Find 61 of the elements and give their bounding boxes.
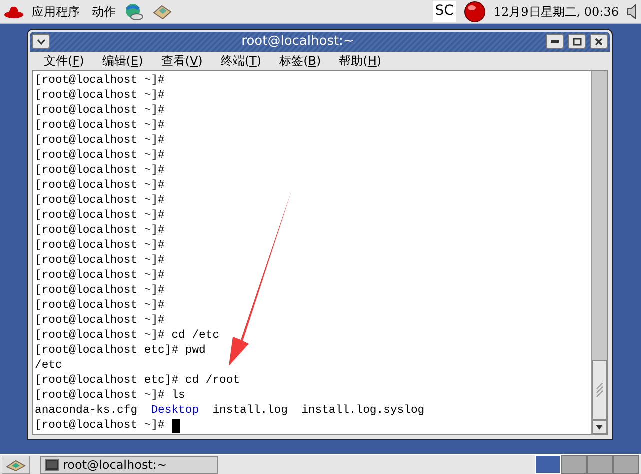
menu-item[interactable]: 终端(T)	[212, 52, 270, 70]
terminal-line: [root@localhost ~]#	[35, 209, 165, 224]
terminal-line: [root@localhost ~]#	[35, 89, 165, 104]
taskbar-window-title: root@localhost:~	[63, 456, 168, 474]
window-title: root@localhost:~	[242, 33, 354, 51]
directory-name: Desktop	[151, 404, 200, 419]
file-name: anaconda-ks.cfg	[35, 404, 138, 419]
terminal-line: [root@localhost ~]#	[35, 269, 165, 284]
terminal-line: [root@localhost ~]#	[35, 104, 165, 119]
file-name: install.log.syslog	[302, 404, 425, 419]
notepad-icon[interactable]	[152, 2, 172, 20]
menu-item[interactable]: 标签(B)	[272, 52, 330, 70]
menu-item[interactable]: 编辑(E)	[94, 52, 152, 70]
terminal-line: [root@localhost ~]#	[35, 134, 165, 149]
hat-icon[interactable]	[4, 4, 24, 18]
window-menu-button[interactable]	[32, 34, 50, 50]
terminal-line: [root@localhost ~]#	[35, 119, 165, 134]
terminal-line: [root@localhost ~]#	[35, 179, 165, 194]
arrow-down-icon	[596, 424, 603, 430]
terminal-line: [root@localhost ~]#	[35, 74, 165, 89]
menu-item[interactable]: 帮助(H)	[331, 52, 390, 70]
close-button[interactable]	[590, 34, 608, 50]
terminal-line: [root@localhost ~]#	[35, 284, 165, 299]
terminal-line: [root@localhost ~]#	[35, 224, 165, 239]
terminal-line: [root@localhost ~]#	[35, 149, 165, 164]
panel-menu[interactable]: 动作	[92, 2, 116, 20]
terminal-line: [root@localhost ~]#	[35, 419, 165, 434]
scroll-down-button[interactable]	[592, 420, 607, 434]
maximize-icon	[572, 38, 582, 46]
minimize-icon	[551, 40, 559, 44]
terminal-line: [root@localhost ~]#	[35, 239, 165, 254]
speaker-icon[interactable]	[627, 4, 637, 20]
terminal-line: [root@localhost ~]#	[35, 194, 165, 209]
file-name: install.log	[212, 404, 288, 419]
scrollbar[interactable]	[591, 71, 607, 434]
terminal-line: [root@localhost etc]# cd /root	[35, 374, 240, 389]
menu-item[interactable]: 文件(F)	[36, 52, 92, 70]
terminal-line: [root@localhost ~]#	[35, 254, 165, 269]
close-icon	[595, 38, 603, 46]
terminal-line: [root@localhost etc]# pwd	[35, 344, 206, 359]
terminal-line: [root@localhost ~]#	[35, 164, 165, 179]
taskbar-window-button[interactable]: root@localhost:~	[40, 456, 218, 474]
terminal-line: [root@localhost ~]# cd /etc	[35, 329, 220, 344]
minimize-button[interactable]	[546, 34, 564, 50]
desktop-icon[interactable]	[2, 456, 30, 474]
status-orb-icon[interactable]	[464, 0, 486, 22]
chevron-down-icon	[36, 38, 46, 45]
terminal-line: [root@localhost ~]#	[35, 299, 165, 314]
grip-icon	[596, 383, 604, 397]
globe-icon[interactable]	[124, 2, 144, 20]
menu-item[interactable]: 查看(V)	[153, 52, 211, 70]
terminal-area[interactable]	[33, 71, 591, 434]
terminal-line: [root@localhost ~]#	[35, 314, 165, 329]
panel-menu[interactable]: 应用程序	[32, 2, 80, 20]
terminal-icon	[45, 458, 59, 470]
scrollbar-thumb[interactable]	[592, 360, 607, 420]
maximize-button[interactable]	[568, 34, 586, 50]
clock[interactable]: 12月9日星期二, 00:36	[494, 2, 619, 20]
terminal-line: [root@localhost ~]# ls	[35, 389, 186, 404]
terminal-line: /etc	[35, 359, 62, 374]
input-method-indicator[interactable]: SC	[433, 1, 456, 22]
